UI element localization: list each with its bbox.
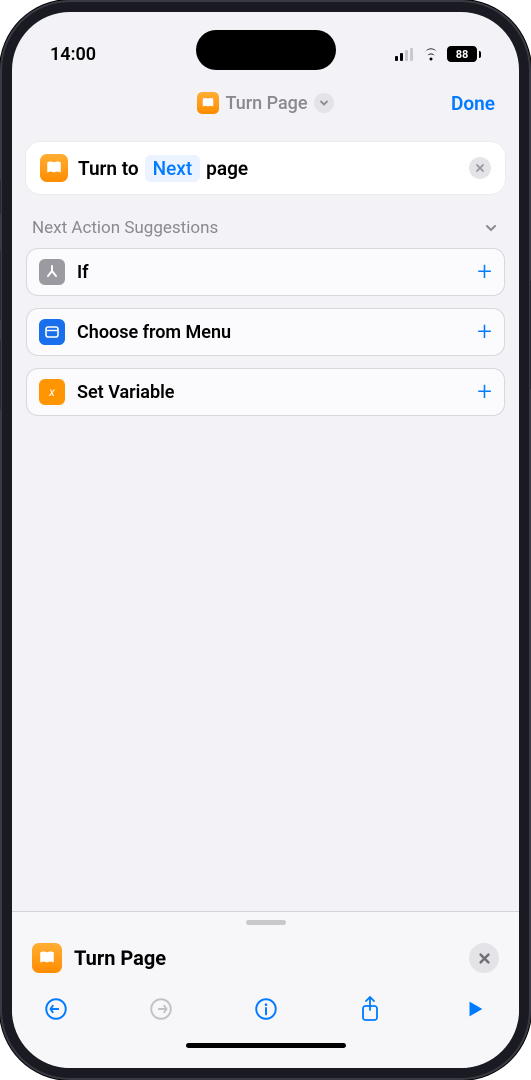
suggestion-if[interactable]: If + (26, 248, 505, 296)
nav-title: Turn Page (225, 93, 307, 114)
branch-icon (39, 259, 65, 285)
cellular-icon (395, 48, 415, 61)
battery-indicator: 88 (447, 46, 481, 62)
add-suggestion-button[interactable]: + (477, 319, 492, 345)
share-button[interactable] (354, 993, 386, 1025)
close-sheet-button[interactable] (469, 943, 499, 973)
sheet-title: Turn Page (74, 946, 457, 970)
menu-icon (39, 319, 65, 345)
wifi-icon (421, 47, 441, 61)
suggestions-heading: Next Action Suggestions (32, 218, 218, 238)
toolbar (12, 983, 519, 1029)
sheet-header: Turn Page (12, 933, 519, 983)
svg-text:x: x (48, 385, 55, 399)
run-button[interactable] (459, 993, 491, 1025)
suggestion-label: Choose from Menu (77, 322, 465, 343)
nav-menu-chevron-icon[interactable] (314, 93, 334, 113)
sheet-grabber[interactable] (246, 920, 286, 925)
suggestion-set-variable[interactable]: x Set Variable + (26, 368, 505, 416)
action-text: Turn to Next page (78, 155, 459, 182)
suggestion-label: If (77, 262, 465, 283)
nav-bar: Turn Page Done (12, 78, 519, 128)
suggestions-header[interactable]: Next Action Suggestions (26, 194, 505, 248)
add-suggestion-button[interactable]: + (477, 259, 492, 285)
screen: 14:00 88 Turn Page (12, 12, 519, 1068)
undo-button[interactable] (40, 993, 72, 1025)
variable-icon: x (39, 379, 65, 405)
nav-title-group[interactable]: Turn Page (197, 92, 333, 114)
suggestion-choose-from-menu[interactable]: Choose from Menu + (26, 308, 505, 356)
action-suffix: page (206, 157, 248, 180)
home-indicator[interactable] (186, 1043, 346, 1048)
books-app-icon (32, 943, 62, 973)
done-button[interactable]: Done (451, 92, 495, 115)
books-app-icon (40, 154, 68, 182)
suggestion-label: Set Variable (77, 382, 465, 403)
chevron-down-icon (483, 220, 499, 236)
dynamic-island (196, 30, 336, 70)
clear-action-button[interactable] (469, 157, 491, 179)
add-suggestion-button[interactable]: + (477, 379, 492, 405)
info-button[interactable] (250, 993, 282, 1025)
bottom-sheet: Turn Page (12, 911, 519, 1068)
status-time: 14:00 (50, 44, 96, 65)
phone-frame: 14:00 88 Turn Page (0, 0, 531, 1080)
suggestions-list: If + Choose from Menu + x Set Variable + (26, 248, 505, 416)
action-prefix: Turn to (78, 157, 139, 180)
editor-content: Turn to Next page Next Action Suggestion… (12, 128, 519, 911)
action-parameter-token[interactable]: Next (145, 155, 201, 182)
books-app-icon (197, 92, 219, 114)
status-right: 88 (395, 46, 481, 62)
battery-level: 88 (456, 48, 469, 61)
redo-button (145, 993, 177, 1025)
action-card[interactable]: Turn to Next page (26, 142, 505, 194)
